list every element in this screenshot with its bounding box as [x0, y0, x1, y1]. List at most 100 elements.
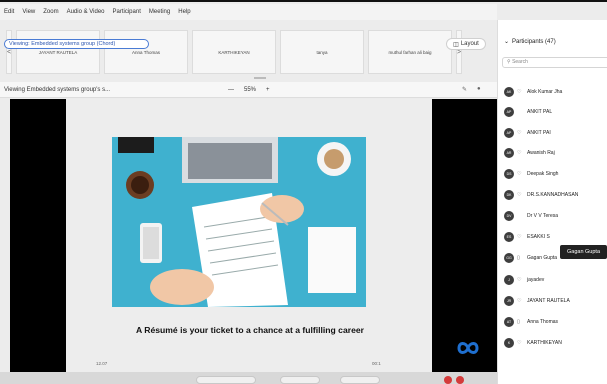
video-tile[interactable]: tanya: [280, 30, 364, 74]
shared-screen[interactable]: A Résumé is your ticket to a chance at a…: [10, 99, 497, 372]
slide-caption: A Résumé is your ticket to a chance at a…: [136, 325, 364, 335]
mic-muted-icon: ♡: [517, 89, 522, 95]
mic-muted-icon: ♡: [517, 234, 522, 240]
avatar: ES: [504, 232, 514, 242]
participant-row[interactable]: AP ANKIT PAL: [504, 104, 607, 120]
video-tile[interactable]: Anna Thomas: [104, 30, 188, 74]
participant-row[interactable]: J ♡ jayadev: [504, 272, 607, 288]
reaction-icons[interactable]: [440, 374, 470, 384]
toolbar-button[interactable]: [196, 376, 256, 384]
mic-muted-icon: ♡: [517, 192, 522, 198]
participant-search-input[interactable]: ⚲ Search: [502, 57, 607, 68]
participant-name: Dr V V Teresa: [527, 213, 559, 219]
zoom-out-button[interactable]: —: [228, 87, 234, 93]
menu-edit[interactable]: Edit: [4, 9, 14, 15]
layout-button[interactable]: ◫ Layout: [446, 38, 486, 50]
menu-participant[interactable]: Participant: [113, 9, 141, 15]
participant-row[interactable]: AT ▯ Anna Thomas: [504, 314, 607, 330]
mic-icon: ▯: [517, 255, 520, 261]
menu-zoom[interactable]: Zoom: [43, 9, 58, 15]
toolbar-button[interactable]: [280, 376, 320, 384]
options-icon[interactable]: ●: [477, 86, 481, 93]
participant-name: ANKIT PAI: [527, 130, 551, 136]
infinity-logo-icon: [457, 342, 479, 354]
viewing-title: Viewing Embedded systems group's s...: [4, 86, 111, 93]
participant-name: Gagan Gupta: [527, 255, 558, 261]
avatar: DV: [504, 211, 514, 221]
menu-meeting[interactable]: Meeting: [149, 9, 170, 15]
participant-name: KARTHIKEYAN: [527, 340, 562, 346]
slide-footer-left: 12.07: [96, 361, 108, 366]
participant-name: ANKIT PAL: [527, 109, 553, 115]
participant-row[interactable]: DS ♡ Deepak Singh: [504, 166, 607, 182]
avatar: DS: [504, 169, 514, 179]
strip-prev-button[interactable]: <: [6, 30, 12, 74]
participant-name: Awanish Raj: [527, 150, 555, 156]
participant-name: jayadev: [527, 277, 545, 283]
participant-row[interactable]: AR ♡ Awanish Raj: [504, 145, 607, 161]
participant-name: Anna Thomas: [527, 319, 559, 325]
annotate-icon[interactable]: ✎: [462, 86, 467, 93]
strip-next-button[interactable]: >: [456, 30, 462, 74]
avatar: AP: [504, 128, 514, 138]
video-tile[interactable]: muthul farhan ali baig: [368, 30, 452, 74]
mic-icon: ▯: [517, 319, 520, 325]
avatar: DK: [504, 190, 514, 200]
avatar: JR: [504, 296, 514, 306]
menu-view[interactable]: View: [22, 9, 35, 15]
mic-muted-icon: ♡: [517, 130, 522, 136]
avatar: AR: [504, 148, 514, 158]
mic-muted-icon: ♡: [517, 277, 522, 283]
participant-row[interactable]: AK ♡ Alok Kumar Jha: [504, 84, 607, 100]
video-tile[interactable]: JAYANT RAUTELA: [16, 30, 100, 74]
mic-muted-icon: ♡: [517, 298, 522, 304]
mic-muted-icon: ♡: [517, 150, 522, 156]
participant-name: ESAKKI S: [527, 234, 550, 240]
menu-bar: Edit View Zoom Audio & Video Participant…: [0, 4, 497, 20]
viewing-bar: Viewing Embedded systems group's s... — …: [0, 82, 497, 98]
participant-name: DR.S.KANNADHASAN: [527, 192, 579, 198]
avatar: J: [504, 275, 514, 285]
avatar: AT: [504, 317, 514, 327]
participant-tooltip: Gagan Gupta: [560, 245, 607, 259]
chevron-down-icon: ⌄: [504, 39, 510, 45]
meeting-window: Edit View Zoom Audio & Video Participant…: [0, 0, 607, 384]
bottom-toolbar: [0, 372, 497, 384]
participants-title: Participants (47): [512, 38, 556, 45]
search-icon: ⚲: [507, 59, 511, 65]
avatar: AK: [504, 87, 514, 97]
layout-icon: ◫: [453, 41, 459, 48]
sharing-notice[interactable]: Viewing: Embedded systems group (Chord): [4, 39, 149, 49]
search-placeholder: Search: [512, 59, 528, 65]
resume-desk-image: [112, 137, 366, 307]
video-tile[interactable]: KARTHIKEYAN: [192, 30, 276, 74]
participant-row[interactable]: AP ♡ ANKIT PAI: [504, 125, 607, 141]
video-strip: < JAYANT RAUTELA Anna Thomas KARTHIKEYAN…: [6, 30, 494, 74]
layout-label: Layout: [460, 41, 479, 47]
participant-row[interactable]: K ♡ KARTHIKEYAN: [504, 335, 607, 351]
avatar: K: [504, 338, 514, 348]
zoom-value[interactable]: 55%: [244, 87, 256, 93]
participants-panel: ⌄ Participants (47) ⚲ Search AK ♡ Alok Kum…: [497, 20, 607, 384]
view-options: ✎ ●: [462, 86, 481, 93]
presentation-slide: A Résumé is your ticket to a chance at a…: [66, 99, 432, 372]
avatar: AP: [504, 107, 514, 117]
slide-footer-right: 00:1: [372, 361, 381, 366]
menu-help[interactable]: Help: [178, 9, 190, 15]
zoom-control: — 55% +: [228, 87, 270, 93]
participant-name: Alok Kumar Jha: [527, 89, 563, 95]
mic-muted-icon: ♡: [517, 171, 522, 177]
participant-name: JAYANT RAUTELA: [527, 298, 570, 304]
menu-audio-video[interactable]: Audio & Video: [67, 9, 105, 15]
participant-row[interactable]: DK ♡ DR.S.KANNADHASAN: [504, 187, 607, 203]
toolbar-button[interactable]: [340, 376, 380, 384]
participant-row[interactable]: DV Dr V V Teresa: [504, 208, 607, 224]
participant-row[interactable]: JR ♡ JAYANT RAUTELA: [504, 293, 607, 309]
strip-collapse-handle[interactable]: [254, 77, 266, 79]
mic-muted-icon: ♡: [517, 340, 522, 346]
participants-header[interactable]: ⌄ Participants (47): [504, 38, 556, 46]
participant-row[interactable]: ES ♡ ESAKKI S: [504, 229, 607, 245]
participant-name: Deepak Singh: [527, 171, 559, 177]
zoom-in-button[interactable]: +: [266, 87, 270, 93]
avatar: GG: [504, 253, 514, 263]
